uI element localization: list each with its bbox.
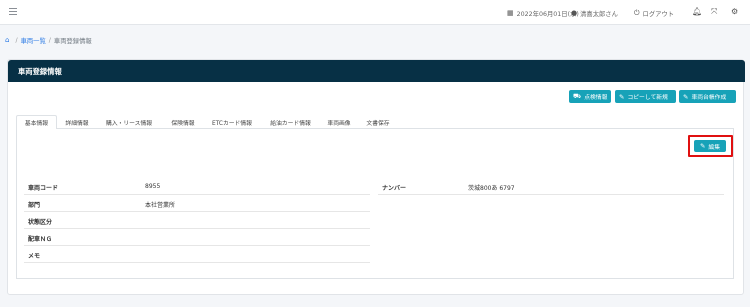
field-label: 配車ＮＧ (28, 236, 53, 243)
user-menu[interactable]: ● 清喜太郎さん (571, 8, 618, 18)
edit-icon: ✎ (683, 92, 689, 101)
tab-insurance[interactable]: 保険情報 (164, 115, 202, 129)
page-title: 車両登録情報 (18, 67, 62, 76)
power-icon: ⏻ (634, 8, 640, 17)
breadcrumb-vehicle-list[interactable]: 車両一覧 (21, 36, 46, 45)
home-icon[interactable]: ⌂ (5, 36, 9, 44)
field-row-dispatch-ng: 配車ＮＧ (24, 229, 370, 246)
field-row-plate-number: ナンバー 茨城800あ 6797 (378, 178, 724, 195)
breadcrumb-current: 車両登録情報 (53, 37, 92, 45)
field-label: メモ (28, 253, 41, 260)
ledger-label: 車両台帳作成 (691, 95, 727, 101)
calendar-icon: ▦ (507, 9, 514, 17)
user-icon: ● (571, 9, 578, 17)
logout-label: ログアウト (642, 10, 675, 18)
field-row-memo: メモ (24, 246, 370, 263)
field-value: 茨城800あ 6797 (468, 185, 515, 192)
ledger-button[interactable]: ✎ 車両台帳作成 (679, 90, 736, 103)
card-header: 車両登録情報 (8, 60, 745, 82)
top-navbar: ▦ 2022年06月01日(水) ● 清喜太郎さん ⏻ ログアウト 🔔︎ ⤧ ⚙ (0, 0, 750, 25)
tab-fuel-card[interactable]: 給油カード情報 (262, 115, 319, 129)
tab-basic[interactable]: 基本情報 (16, 115, 57, 130)
date-text: 2022年06月01日(水) (516, 10, 579, 18)
inspection-label: 点検情報 (584, 95, 608, 101)
tab-detail[interactable]: 詳細情報 (59, 115, 95, 129)
edit-button[interactable]: ✎ 編集 (694, 140, 726, 152)
tab-documents[interactable]: 文書保存 (359, 115, 397, 129)
breadcrumb: ⌂ / 車両一覧 / 車両登録情報 (5, 36, 92, 45)
tab-etc-card[interactable]: ETCカード情報 (204, 115, 260, 129)
logout-link[interactable]: ⏻ ログアウト (634, 8, 674, 18)
field-row-status: 状態区分 (24, 212, 370, 229)
edit-icon: ✎ (619, 92, 625, 101)
field-label: 部門 (28, 202, 41, 209)
truck-icon: ⛟ (573, 92, 582, 100)
tab-vehicle-images[interactable]: 車両画像 (320, 115, 358, 129)
user-name: 清喜太郎さん (580, 10, 618, 18)
bell-icon[interactable]: 🔔︎ (692, 7, 702, 16)
field-value: 本社営業所 (145, 202, 176, 209)
expand-icon[interactable]: ⤧ (711, 7, 717, 17)
field-value: 8955 (145, 183, 161, 190)
field-label: 状態区分 (28, 219, 53, 226)
copy-new-button[interactable]: ✎ コピーして新規 (615, 90, 676, 103)
edit-icon: ✎ (699, 142, 706, 150)
copy-new-label: コピーして新規 (627, 95, 668, 101)
inspection-button[interactable]: ⛟ 点検情報 (569, 90, 611, 103)
edit-label: 編集 (708, 144, 721, 151)
field-row-vehicle-code: 車両コード 8955 (24, 178, 370, 195)
tab-bar: 基本情報 詳細情報 購入・リース情報 保険情報 ETCカード情報 給油カード情報… (16, 115, 734, 130)
field-label: 車両コード (28, 185, 59, 192)
field-label: ナンバー (382, 185, 407, 192)
settings-icon[interactable]: ⚙ (731, 7, 738, 16)
date-display: ▦ 2022年06月01日(水) (507, 8, 579, 18)
field-row-department: 部門 本社営業所 (24, 195, 370, 212)
menu-icon[interactable] (9, 8, 17, 15)
tab-purchase-lease[interactable]: 購入・リース情報 (96, 115, 162, 129)
